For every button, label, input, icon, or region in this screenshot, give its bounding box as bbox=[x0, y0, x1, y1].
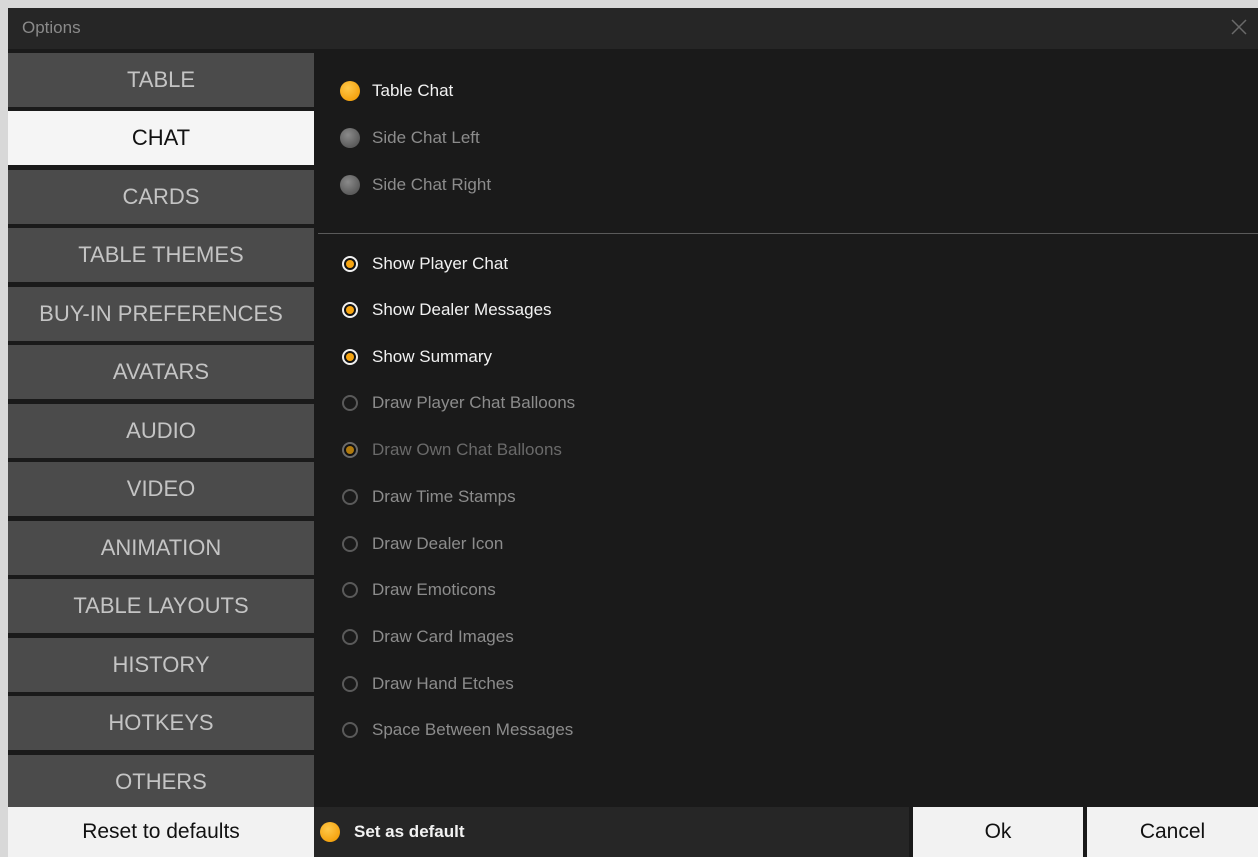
sidebar-item-label: AUDIO bbox=[126, 418, 196, 443]
close-icon[interactable] bbox=[1230, 18, 1248, 36]
draw-emoticons-toggle[interactable]: Draw Emoticons bbox=[340, 576, 496, 604]
sidebar-item-label: ANIMATION bbox=[100, 535, 222, 560]
radio-unchecked-icon bbox=[342, 629, 358, 645]
sidebar-item-label: BUY-IN PREFERENCES bbox=[39, 301, 283, 326]
title-bar: Options bbox=[8, 8, 1258, 49]
show-player-chat-toggle[interactable]: Show Player Chat bbox=[340, 250, 508, 278]
option-label: Draw Time Stamps bbox=[372, 487, 516, 506]
radio-checked-icon bbox=[342, 349, 358, 365]
option-label: Show Summary bbox=[372, 347, 492, 366]
sidebar-item-avatars[interactable]: AVATARS bbox=[8, 345, 314, 399]
sidebar-item-label: CARDS bbox=[122, 184, 200, 209]
option-label: Side Chat Left bbox=[372, 128, 480, 147]
radio-unchecked-icon bbox=[342, 582, 358, 598]
radio-unchecked-icon bbox=[342, 536, 358, 552]
chat-options-panel: Table Chat Side Chat Left Side Chat Righ… bbox=[318, 53, 1258, 803]
draw-player-chat-balloons-toggle[interactable]: Draw Player Chat Balloons bbox=[340, 389, 575, 417]
sidebar-item-cards[interactable]: CARDS bbox=[8, 170, 314, 224]
draw-own-chat-balloons-toggle: Draw Own Chat Balloons bbox=[340, 436, 562, 464]
unselected-ball-icon bbox=[340, 175, 360, 195]
ok-button[interactable]: Ok bbox=[913, 807, 1083, 857]
options-dialog: Options TABLE CHAT CARDS TABLE THEMES BU… bbox=[8, 8, 1258, 857]
sidebar-item-history[interactable]: HISTORY bbox=[8, 638, 314, 692]
sidebar-item-label: HOTKEYS bbox=[108, 710, 214, 735]
radio-checked-disabled-icon bbox=[342, 442, 358, 458]
draw-hand-etches-toggle[interactable]: Draw Hand Etches bbox=[340, 670, 514, 698]
sidebar-item-audio[interactable]: AUDIO bbox=[8, 404, 314, 458]
radio-checked-icon bbox=[342, 302, 358, 318]
unselected-ball-icon bbox=[340, 128, 360, 148]
draw-dealer-icon-toggle[interactable]: Draw Dealer Icon bbox=[340, 530, 503, 558]
sidebar-item-label: CHAT bbox=[131, 125, 191, 150]
sidebar-item-chat[interactable]: CHAT bbox=[8, 111, 314, 165]
option-label: Show Dealer Messages bbox=[372, 300, 552, 319]
space-between-messages-toggle[interactable]: Space Between Messages bbox=[340, 716, 573, 744]
sidebar-item-table[interactable]: TABLE bbox=[8, 53, 314, 107]
option-label: Draw Card Images bbox=[372, 627, 514, 646]
ok-label: Ok bbox=[984, 820, 1012, 843]
cancel-label: Cancel bbox=[1139, 820, 1206, 843]
option-label: Table Chat bbox=[372, 81, 454, 100]
side-chat-right-option[interactable]: Side Chat Right bbox=[340, 171, 491, 199]
radio-unchecked-icon bbox=[342, 395, 358, 411]
draw-card-images-toggle[interactable]: Draw Card Images bbox=[340, 623, 514, 651]
sidebar-item-label: AVATARS bbox=[112, 359, 210, 384]
dialog-title: Options bbox=[22, 18, 81, 37]
sidebar-item-label: HISTORY bbox=[112, 652, 210, 677]
sidebar-item-table-themes[interactable]: TABLE THEMES bbox=[8, 228, 314, 282]
radio-checked-icon bbox=[342, 256, 358, 272]
reset-label: Reset to defaults bbox=[82, 820, 240, 843]
option-label: Draw Own Chat Balloons bbox=[372, 440, 562, 459]
radio-unchecked-icon bbox=[342, 722, 358, 738]
option-label: Space Between Messages bbox=[372, 720, 574, 739]
show-dealer-messages-toggle[interactable]: Show Dealer Messages bbox=[340, 296, 552, 324]
set-as-default-toggle[interactable]: Set as default bbox=[314, 807, 909, 857]
sidebar-item-label: VIDEO bbox=[126, 476, 196, 501]
section-divider bbox=[318, 233, 1258, 234]
sidebar-item-label: OTHERS bbox=[115, 769, 207, 794]
option-label: Side Chat Right bbox=[372, 175, 492, 194]
sidebar-item-label: TABLE LAYOUTS bbox=[73, 593, 249, 618]
draw-time-stamps-toggle[interactable]: Draw Time Stamps bbox=[340, 483, 516, 511]
sidebar-item-table-layouts[interactable]: TABLE LAYOUTS bbox=[8, 579, 314, 633]
sidebar-item-label: TABLE bbox=[126, 67, 196, 92]
option-label: Draw Player Chat Balloons bbox=[372, 393, 576, 412]
sidebar-item-animation[interactable]: ANIMATION bbox=[8, 521, 314, 575]
selected-ball-icon bbox=[340, 81, 360, 101]
option-label: Draw Emoticons bbox=[372, 580, 496, 599]
radio-unchecked-icon bbox=[342, 676, 358, 692]
show-summary-toggle[interactable]: Show Summary bbox=[340, 343, 492, 371]
option-label: Show Player Chat bbox=[372, 254, 509, 273]
cancel-button[interactable]: Cancel bbox=[1087, 807, 1258, 857]
option-label: Draw Dealer Icon bbox=[372, 534, 504, 553]
reset-to-defaults-button[interactable]: Reset to defaults bbox=[8, 807, 314, 857]
sidebar-item-video[interactable]: VIDEO bbox=[8, 462, 314, 516]
sidebar-item-buy-in-preferences[interactable]: BUY-IN PREFERENCES bbox=[8, 287, 314, 341]
sidebar-item-label: TABLE THEMES bbox=[78, 242, 244, 267]
table-chat-option[interactable]: Table Chat bbox=[340, 77, 453, 105]
radio-unchecked-icon bbox=[342, 489, 358, 505]
set-as-default-label: Set as default bbox=[354, 822, 465, 841]
option-label: Draw Hand Etches bbox=[372, 674, 514, 693]
options-sidebar: TABLE CHAT CARDS TABLE THEMES BUY-IN PRE… bbox=[8, 53, 314, 809]
side-chat-left-option[interactable]: Side Chat Left bbox=[340, 124, 480, 152]
sidebar-item-hotkeys[interactable]: HOTKEYS bbox=[8, 696, 314, 750]
sidebar-item-others[interactable]: OTHERS bbox=[8, 755, 314, 809]
selected-ball-icon bbox=[320, 822, 340, 842]
